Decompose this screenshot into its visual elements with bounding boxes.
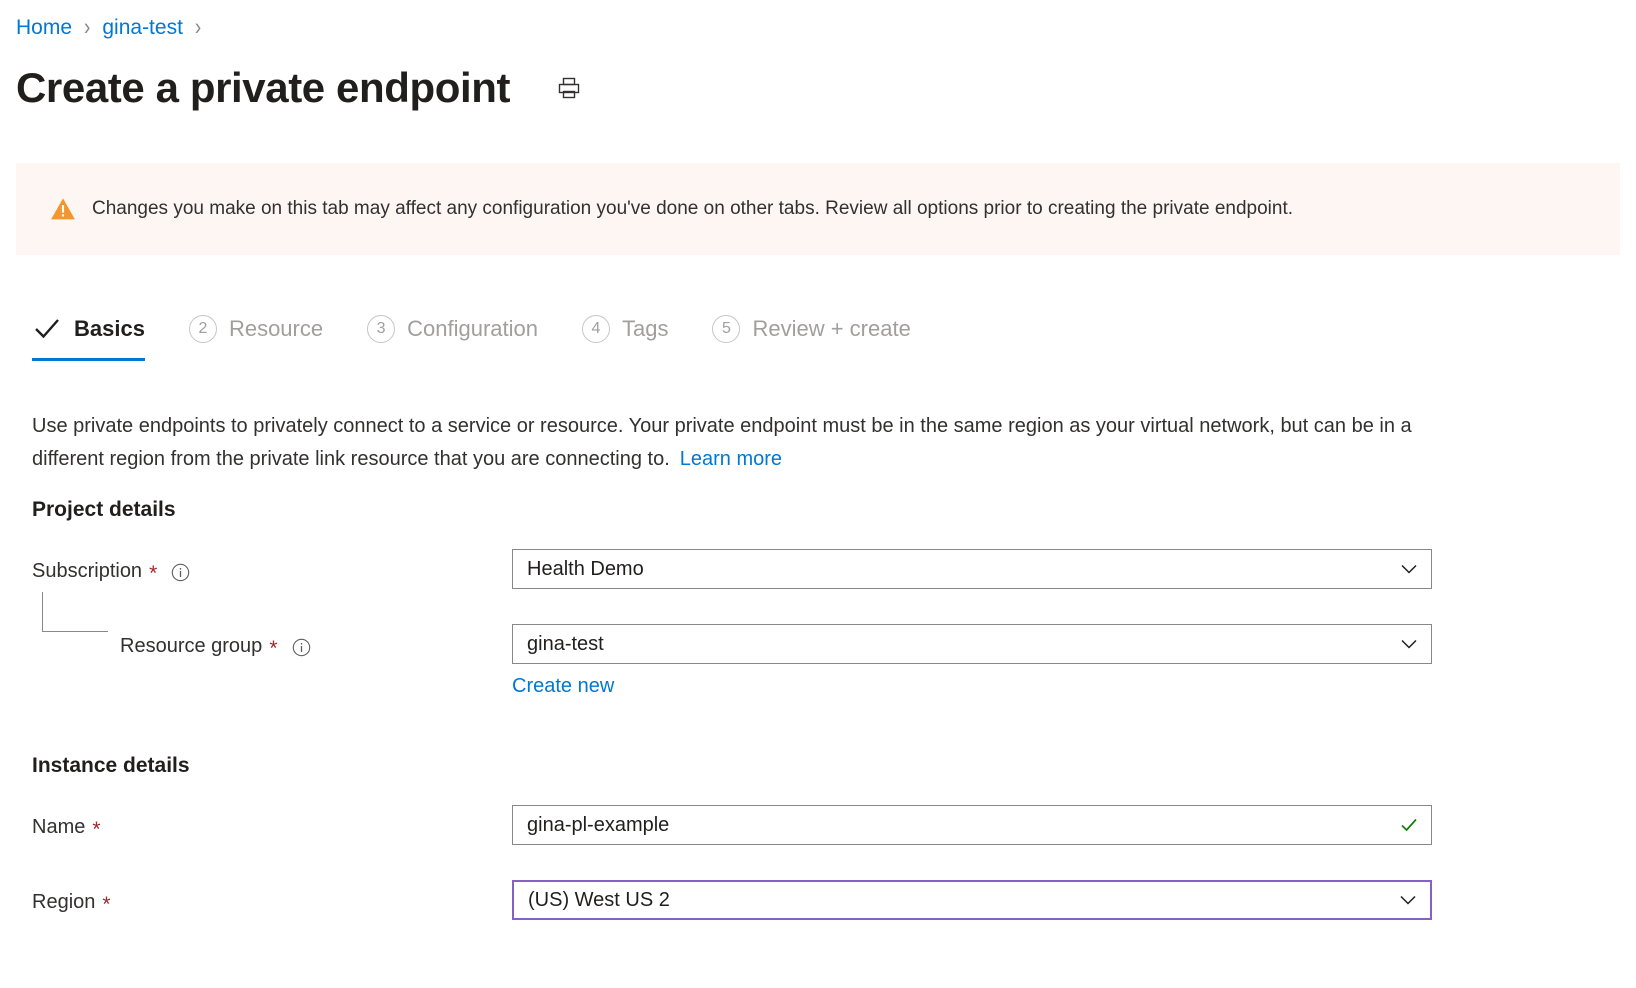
- create-new-resource-group-link[interactable]: Create new: [512, 672, 614, 700]
- create-private-endpoint-page: Home › gina-test › Create a private endp…: [0, 0, 1636, 988]
- chevron-right-icon: ›: [195, 11, 201, 46]
- info-circle-icon[interactable]: [292, 637, 311, 656]
- tab-review-create[interactable]: 5 Review + create: [712, 307, 910, 361]
- tab-basics[interactable]: Basics: [32, 307, 145, 361]
- intro-paragraph: Use private endpoints to privately conne…: [32, 410, 1452, 476]
- step-number-badge: 4: [582, 315, 610, 343]
- step-number-5: 5: [712, 315, 740, 343]
- region-label: Region *: [32, 888, 111, 916]
- region-value: (US) West US 2: [528, 886, 1390, 914]
- tab-label-review-create: Review + create: [752, 315, 910, 343]
- check-mark-icon: [32, 315, 62, 343]
- breadcrumb-item-home[interactable]: Home: [16, 14, 72, 42]
- name-value: gina-pl-example: [527, 811, 1391, 839]
- resource-group-value: gina-test: [527, 630, 1391, 658]
- wizard-tabs: Basics 2 Resource 3 Configuration 4 Tags…: [32, 305, 955, 361]
- step-number-badge: 3: [367, 315, 395, 343]
- info-circle-icon[interactable]: [171, 562, 190, 581]
- tab-label-resource: Resource: [229, 315, 323, 343]
- step-number-3: 3: [367, 315, 395, 343]
- tab-configuration[interactable]: 3 Configuration: [367, 307, 538, 361]
- name-label: Name *: [32, 813, 101, 841]
- chevron-down-icon: [1399, 634, 1419, 654]
- subscription-label-text: Subscription: [32, 557, 142, 585]
- subscription-dropdown[interactable]: Health Demo: [512, 549, 1432, 589]
- chevron-right-icon: ›: [84, 11, 90, 46]
- tab-label-tags: Tags: [622, 315, 668, 343]
- step-number-badge: 5: [712, 315, 740, 343]
- step-number-4: 4: [582, 315, 610, 343]
- resource-group-label: Resource group *: [120, 632, 311, 660]
- resource-group-dropdown[interactable]: gina-test: [512, 624, 1432, 664]
- required-indicator: *: [92, 820, 100, 840]
- subscription-value: Health Demo: [527, 555, 1391, 583]
- check-mark-icon: [1399, 815, 1419, 835]
- check-mark-icon-svg: [32, 315, 62, 343]
- region-dropdown[interactable]: (US) West US 2: [512, 880, 1432, 920]
- step-number-2: 2: [189, 315, 217, 343]
- page-title: Create a private endpoint: [16, 63, 510, 113]
- name-input[interactable]: gina-pl-example: [512, 805, 1432, 845]
- required-indicator: *: [269, 639, 277, 659]
- tree-connector-line: [42, 592, 108, 632]
- printer-icon[interactable]: [552, 71, 586, 105]
- chevron-down-icon: [1398, 890, 1418, 910]
- required-indicator: *: [102, 895, 110, 915]
- info-circle-icon-svg: [171, 563, 190, 582]
- warning-banner: Changes you make on this tab may affect …: [16, 163, 1620, 255]
- tab-label-basics: Basics: [74, 315, 145, 343]
- breadcrumb: Home › gina-test ›: [0, 0, 1636, 46]
- name-label-text: Name: [32, 813, 85, 841]
- tab-label-configuration: Configuration: [407, 315, 538, 343]
- tab-resource[interactable]: 2 Resource: [189, 307, 323, 361]
- title-row: Create a private endpoint: [0, 46, 1636, 122]
- section-heading-project-details: Project details: [32, 496, 176, 524]
- step-number-badge: 2: [189, 315, 217, 343]
- info-circle-icon-svg: [292, 638, 311, 657]
- resource-group-label-text: Resource group: [120, 632, 262, 660]
- region-label-text: Region: [32, 888, 95, 916]
- chevron-down-icon: [1399, 559, 1419, 579]
- required-indicator: *: [149, 564, 157, 584]
- tab-tags[interactable]: 4 Tags: [582, 307, 668, 361]
- warning-triangle-icon: [50, 196, 76, 222]
- subscription-label: Subscription *: [32, 557, 190, 585]
- learn-more-link[interactable]: Learn more: [680, 448, 782, 470]
- section-heading-instance-details: Instance details: [32, 752, 190, 780]
- printer-icon-svg: [556, 75, 582, 101]
- warning-banner-text: Changes you make on this tab may affect …: [92, 196, 1293, 222]
- breadcrumb-item-gina-test[interactable]: gina-test: [102, 14, 183, 42]
